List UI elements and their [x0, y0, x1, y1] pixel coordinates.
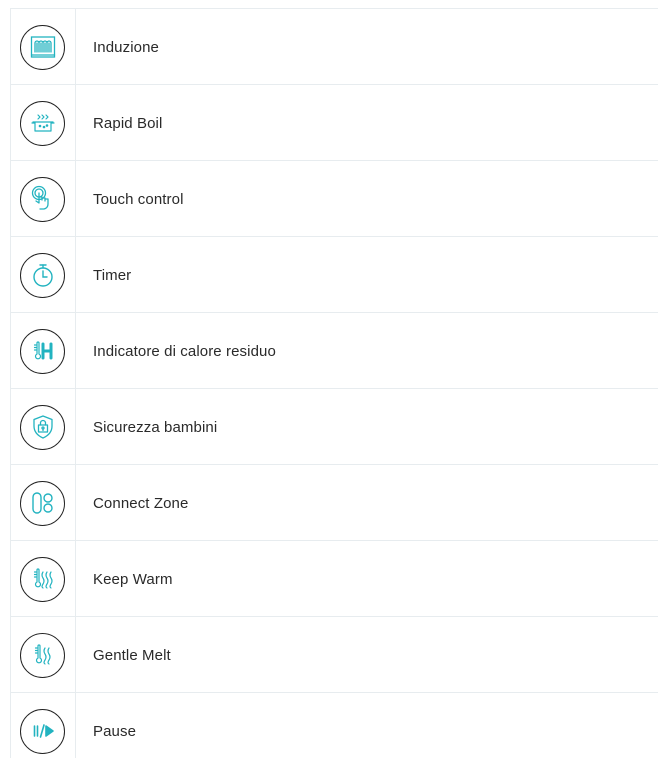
feature-row-child-lock: Sicurezza bambini [10, 389, 658, 465]
feature-label: Connect Zone [93, 494, 189, 512]
connect-zone-icon [20, 480, 65, 526]
feature-icon-cell [10, 465, 75, 541]
feature-row-connect-zone: Connect Zone [10, 465, 658, 541]
feature-icon-cell [10, 389, 75, 465]
feature-label: Indicatore di calore residuo [93, 342, 276, 360]
feature-row-touch-control: Touch control [10, 161, 658, 237]
feature-icon-cell [10, 541, 75, 617]
feature-label: Induzione [93, 38, 159, 56]
feature-row-residual-heat: Indicatore di calore residuo [10, 313, 658, 389]
feature-table: Induzione Rapid Boil Touch control Timer… [0, 0, 658, 758]
keep-warm-thermometer-icon [20, 556, 65, 602]
feature-rows: Induzione Rapid Boil Touch control Timer… [10, 9, 658, 769]
feature-icon-cell [10, 617, 75, 693]
feature-row-gentle-melt: Gentle Melt [10, 617, 658, 693]
feature-row-keep-warm: Keep Warm [10, 541, 658, 617]
rapid-boil-pot-icon [20, 100, 65, 146]
gentle-melt-thermometer-icon [20, 632, 65, 678]
feature-label: Sicurezza bambini [93, 418, 218, 436]
pause-play-icon [20, 708, 65, 754]
feature-row-timer: Timer [10, 237, 658, 313]
feature-label: Touch control [93, 190, 184, 208]
residual-heat-h-icon [20, 328, 65, 374]
touch-finger-icon [20, 176, 65, 222]
feature-icon-cell [10, 9, 75, 85]
feature-icon-cell [10, 85, 75, 161]
feature-label: Rapid Boil [93, 114, 163, 132]
feature-icon-cell [10, 161, 75, 237]
feature-row-rapid-boil: Rapid Boil [10, 85, 658, 161]
feature-icon-cell [10, 237, 75, 313]
child-lock-shield-icon [20, 404, 65, 450]
feature-icon-cell [10, 313, 75, 389]
feature-label: Timer [93, 266, 132, 284]
feature-label: Gentle Melt [93, 646, 171, 664]
induction-coil-icon [20, 24, 65, 70]
feature-row-induzione: Induzione [10, 9, 658, 85]
timer-stopwatch-icon [20, 252, 65, 298]
feature-label: Keep Warm [93, 570, 173, 588]
